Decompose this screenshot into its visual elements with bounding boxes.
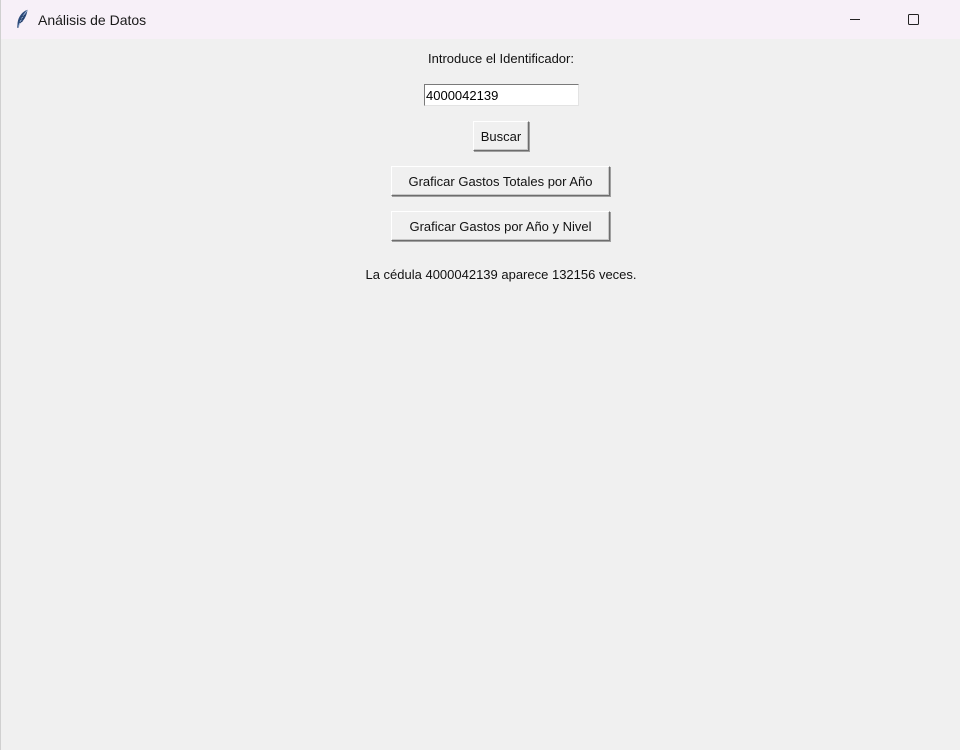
feather-icon — [15, 9, 29, 29]
main-content: Introduce el Identificador: Buscar Grafi… — [1, 39, 960, 750]
window-title: Análisis de Datos — [38, 12, 147, 28]
search-button[interactable]: Buscar — [473, 121, 529, 151]
plot-total-expenses-button[interactable]: Graficar Gastos Totales por Año — [391, 166, 610, 196]
title-bar[interactable]: Análisis de Datos — [1, 0, 960, 39]
minimize-button[interactable] — [826, 0, 884, 39]
result-message: La cédula 4000042139 aparece 132156 vece… — [365, 267, 637, 282]
app-window: Análisis de Datos Introduce el Identific… — [0, 0, 960, 750]
minimize-icon — [850, 19, 860, 20]
identifier-input[interactable] — [424, 84, 579, 106]
maximize-icon — [907, 14, 919, 25]
plot-expenses-by-level-button[interactable]: Graficar Gastos por Año y Nivel — [391, 211, 610, 241]
maximize-button[interactable] — [884, 0, 942, 39]
identifier-label: Introduce el Identificador: — [428, 51, 574, 66]
